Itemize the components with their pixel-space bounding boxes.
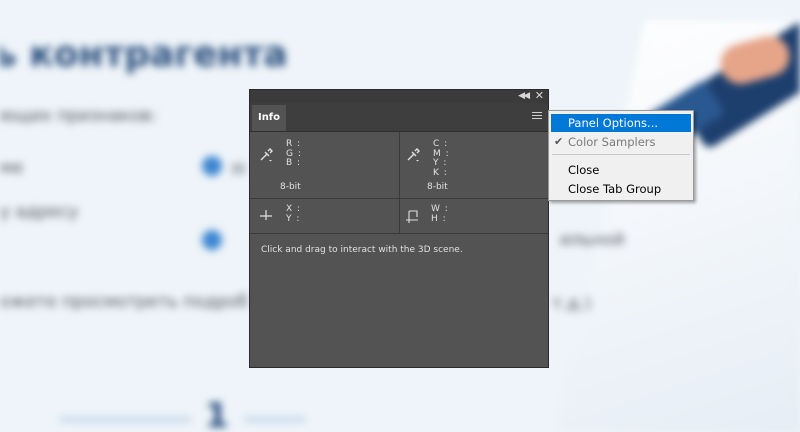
- menu-item-panel-options[interactable]: Panel Options...: [551, 114, 691, 132]
- menu-item-close-tab-group[interactable]: Close Tab Group: [551, 180, 691, 198]
- divider: [399, 132, 400, 198]
- background-bullet: [202, 156, 222, 176]
- background-line: у адресу: [0, 202, 79, 222]
- background-line: ме: [0, 158, 24, 178]
- left-bit-depth: 8-bit: [280, 182, 301, 192]
- panel-tabbar: Info: [250, 103, 548, 132]
- xy-readout: X : Y :: [286, 204, 302, 224]
- background-bullet: [202, 230, 222, 250]
- collapse-icon[interactable]: ◀◀: [518, 91, 530, 102]
- panel-flyout-menu: Panel Options... ✔ Color Samplers Close …: [548, 110, 694, 201]
- info-panel: ◀◀ ✕ Info R : G : B : 8-bit C : M : Y : …: [249, 89, 549, 368]
- eyedropper-icon[interactable]: [259, 148, 273, 162]
- background-step-number: 1: [205, 396, 229, 432]
- right-bit-depth: 8-bit: [427, 182, 448, 192]
- rgb-readout: R : G : B :: [286, 139, 302, 168]
- panel-status-text: Click and drag to interact with the 3D s…: [261, 245, 463, 255]
- divider: [250, 233, 548, 234]
- background-divider: [60, 418, 190, 421]
- divider: [250, 198, 548, 199]
- panel-titlebar[interactable]: ◀◀ ✕: [250, 90, 548, 103]
- cmyk-readout: C : M : Y : K :: [433, 139, 450, 178]
- background-line: ильной: [560, 230, 625, 250]
- checkmark-icon: ✔: [554, 135, 564, 148]
- background-line: ожете просмотреть подроб: [0, 292, 249, 312]
- close-icon[interactable]: ✕: [535, 90, 544, 102]
- crosshair-icon: [260, 210, 272, 220]
- eyedropper-icon[interactable]: [406, 148, 420, 162]
- background-title: ь контрагента: [0, 34, 288, 75]
- selection-size-icon: [406, 210, 418, 223]
- menu-item-close[interactable]: Close: [551, 161, 691, 179]
- tab-info[interactable]: Info: [252, 105, 286, 131]
- background-divider: [245, 418, 305, 421]
- background-line: ющих признаков:: [0, 106, 157, 126]
- menu-item-color-samplers[interactable]: ✔ Color Samplers: [551, 133, 691, 151]
- background-line: Н: [232, 160, 245, 180]
- divider: [399, 199, 400, 233]
- menu-separator: [552, 154, 690, 155]
- wh-readout: W : H :: [431, 204, 449, 224]
- panel-menu-icon[interactable]: [532, 112, 542, 121]
- background-line: т.д.): [552, 294, 592, 314]
